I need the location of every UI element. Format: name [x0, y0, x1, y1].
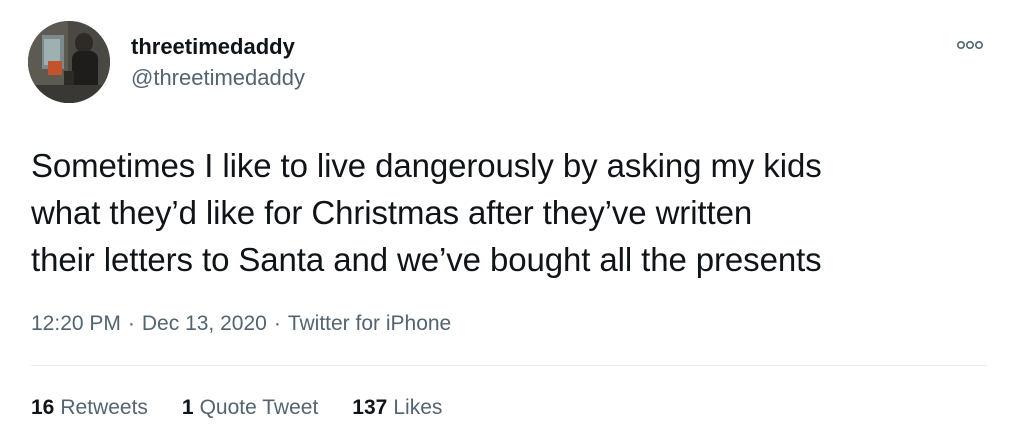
quote-tweets-label: Quote Tweet: [199, 396, 319, 419]
tweet-text: Sometimes I like to live dangerously by …: [31, 142, 991, 283]
meta-separator: ·: [127, 312, 135, 335]
tweet-date[interactable]: Dec 13, 2020: [142, 312, 267, 335]
tweet-text-line: what they’d like for Christmas after the…: [31, 194, 753, 231]
likes-label: Likes: [393, 396, 443, 419]
author-display-name[interactable]: threetimedaddy: [131, 33, 295, 61]
author-handle[interactable]: @threetimedaddy: [131, 64, 305, 92]
quote-tweets-stat[interactable]: 1 Quote Tweet: [182, 394, 318, 422]
retweets-stat[interactable]: 16 Retweets: [31, 394, 148, 422]
avatar[interactable]: [28, 21, 110, 103]
tweet-text-line: Sometimes I like to live dangerously by …: [31, 147, 822, 184]
tweet-source[interactable]: Twitter for iPhone: [288, 312, 451, 335]
likes-count: 137: [352, 396, 388, 419]
tweet-text-line: their letters to Santa and we’ve bought …: [31, 241, 822, 278]
divider: [31, 365, 987, 366]
tweet-card: threetimedaddy @threetimedaddy Sometimes…: [0, 0, 1011, 448]
tweet-stats: 16 Retweets 1 Quote Tweet 137 Likes: [31, 394, 476, 422]
meta-separator: ·: [273, 312, 281, 335]
tweet-time[interactable]: 12:20 PM: [31, 312, 121, 335]
profile-photo-icon: [28, 21, 110, 103]
more-options-button[interactable]: [953, 34, 987, 56]
tweet-metadata: 12:20 PM · Dec 13, 2020 · Twitter for iPhone: [31, 310, 451, 338]
more-options-icon: [956, 40, 983, 50]
retweets-count: 16: [31, 396, 55, 419]
likes-stat[interactable]: 137 Likes: [352, 394, 442, 422]
quote-tweets-count: 1: [181, 396, 194, 419]
retweets-label: Retweets: [60, 396, 148, 419]
